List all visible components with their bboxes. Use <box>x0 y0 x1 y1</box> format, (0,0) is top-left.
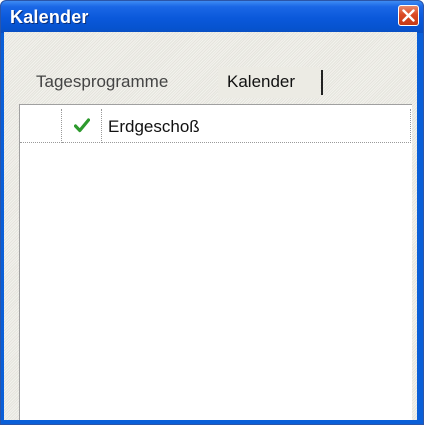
table-row[interactable]: Erdgeschoß <box>20 109 411 143</box>
tab-divider <box>321 70 323 95</box>
title-bar[interactable]: Kalender <box>1 1 423 33</box>
close-button[interactable] <box>398 5 419 26</box>
close-icon <box>402 9 415 22</box>
checkmark-icon <box>74 118 90 133</box>
row-indicator-cell[interactable] <box>20 109 62 143</box>
row-label: Erdgeschoß <box>108 117 200 136</box>
calendar-grid: Erdgeschoß <box>19 104 412 420</box>
tab-tagesprogramme[interactable]: Tagesprogramme <box>36 72 168 94</box>
window-title: Kalender <box>10 7 89 27</box>
window-right-border <box>418 33 423 421</box>
tab-kalender[interactable]: Kalender <box>227 72 295 94</box>
window-bottom-border <box>1 421 423 424</box>
row-label-cell[interactable]: Erdgeschoß <box>102 109 411 143</box>
row-check-cell[interactable] <box>62 109 102 143</box>
